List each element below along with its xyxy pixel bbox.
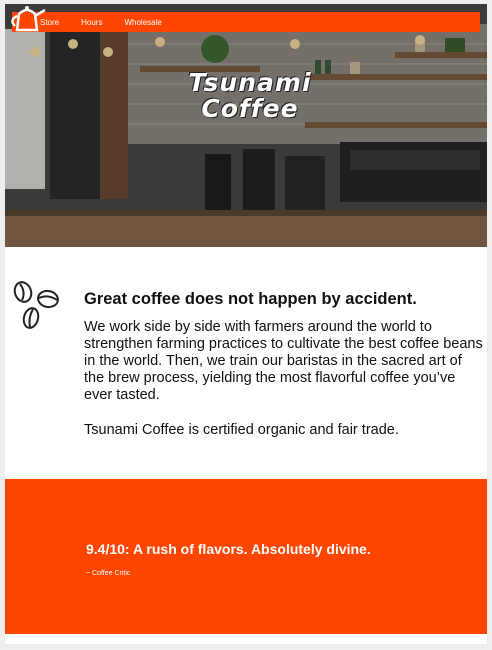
hero-banner: Store Hours Wholesale Tsunami Coffee — [5, 4, 487, 247]
certification-text: Tsunami Coffee is certified organic and … — [84, 422, 399, 438]
review-section: 9.4/10: A rush of flavors. Absolutely di… — [5, 479, 487, 634]
page-frame: Store Hours Wholesale Tsunami Coffee Gre… — [5, 4, 487, 644]
intro-body-text: We work side by side with farmers around… — [84, 319, 483, 403]
cafe-photo — [5, 4, 487, 247]
intro-headline: Great coffee does not happen by accident… — [84, 290, 417, 308]
review-attribution: ~ Coffee Critic — [86, 570, 131, 577]
brand-line-2: Coffee — [201, 94, 299, 123]
top-navbar: Store Hours Wholesale — [12, 12, 480, 32]
brand-logo: Tsunami Coffee — [175, 70, 325, 122]
nav-link-wholesale[interactable]: Wholesale — [124, 18, 161, 27]
coffee-beans-icon — [13, 281, 59, 329]
brand-line-1: Tsunami — [188, 68, 312, 97]
coffee-kettle-icon — [11, 6, 46, 32]
nav-link-hours[interactable]: Hours — [81, 18, 102, 27]
review-quote: 9.4/10: A rush of flavors. Absolutely di… — [86, 541, 371, 557]
